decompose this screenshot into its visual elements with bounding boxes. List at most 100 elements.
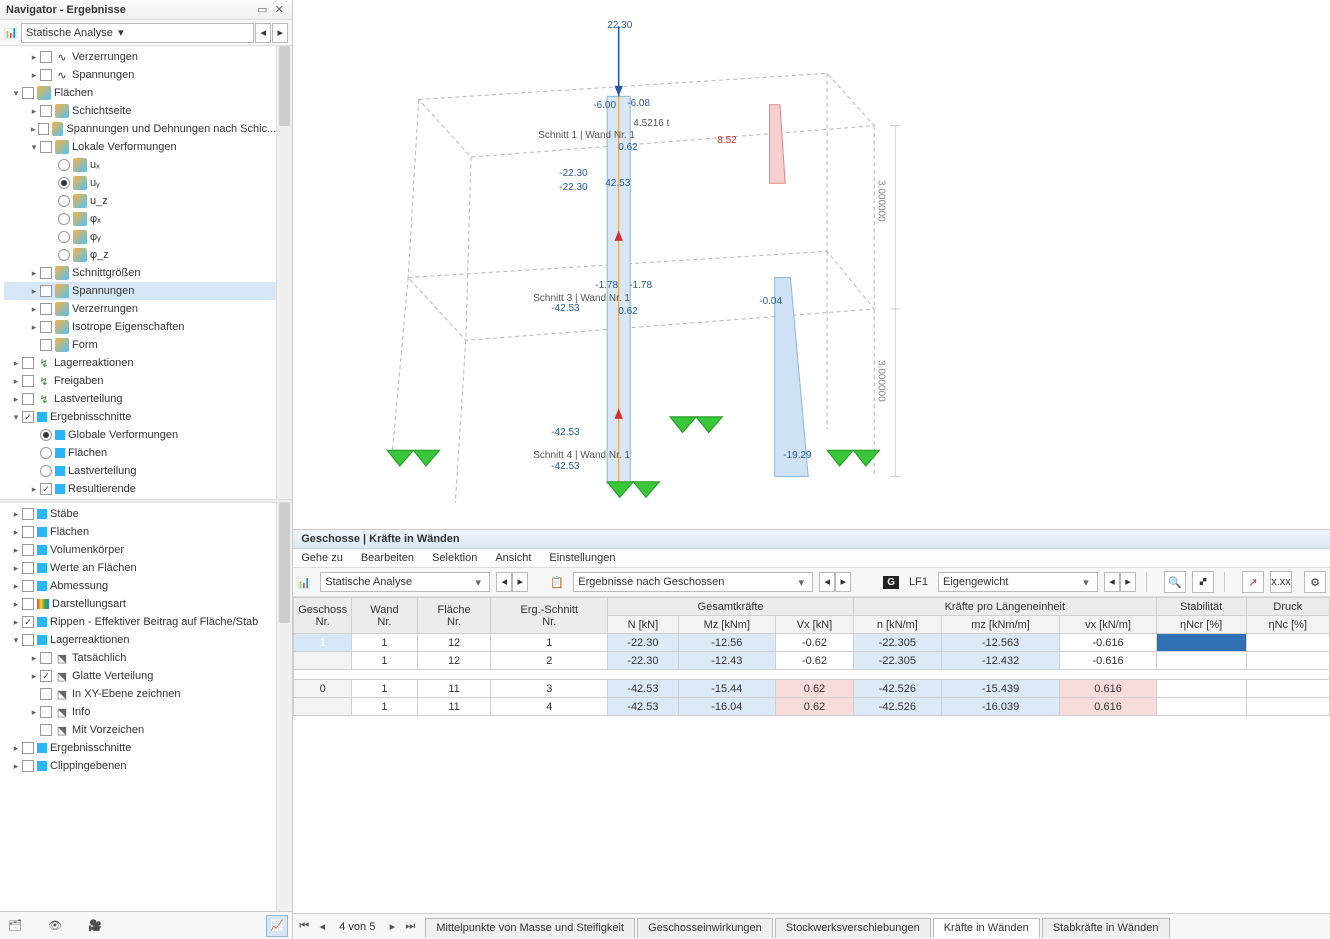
radio-button[interactable] — [58, 213, 70, 225]
tree-item[interactable]: 1 - Schnitt 1 | Wand Nr. 1 — [4, 498, 276, 499]
col-geschoss[interactable]: GeschossNr. — [294, 598, 352, 634]
expand-icon[interactable]: ▸ — [10, 760, 22, 772]
collapse-icon[interactable]: ▾ — [10, 634, 22, 646]
checkbox[interactable] — [40, 724, 52, 736]
tree2-scrollbar[interactable] — [276, 503, 292, 911]
combo1-next[interactable]: ▸ — [512, 572, 528, 592]
checkbox[interactable] — [22, 411, 34, 423]
tree-item[interactable]: ▸↯Freigaben — [4, 372, 276, 390]
radio-button[interactable] — [58, 159, 70, 171]
radio-button[interactable] — [58, 195, 70, 207]
tree-item[interactable]: ▸Spannungen — [4, 282, 276, 300]
checkbox[interactable] — [22, 760, 34, 772]
tree-item[interactable]: ▸∿Spannungen — [4, 66, 276, 84]
menu-gehe-zu[interactable]: Gehe zu — [301, 552, 343, 564]
radio-button[interactable] — [40, 465, 52, 477]
tree-item[interactable]: ▸Stäbe — [4, 505, 276, 523]
table-cell[interactable] — [1246, 680, 1329, 698]
pager-last[interactable]: ⏭ — [403, 920, 417, 933]
colgrp-laenge[interactable]: Kräfte pro Längeneinheit — [853, 598, 1156, 616]
tree-item[interactable]: Flächen — [4, 444, 276, 462]
expand-icon[interactable]: ▸ — [10, 580, 22, 592]
tree-item[interactable]: φ_z — [4, 246, 276, 264]
radio-button[interactable] — [58, 231, 70, 243]
checkbox[interactable] — [40, 688, 52, 700]
tree-item[interactable]: ▸Schichtseite — [4, 102, 276, 120]
decimals-button[interactable]: x.xx — [1270, 571, 1292, 593]
table-cell[interactable]: 12 — [417, 634, 491, 652]
expand-icon[interactable]: ▸ — [28, 51, 40, 63]
table-row[interactable]: 1122-22.30-12.43-0.62-22.305-12.432-0.61… — [294, 652, 1330, 670]
checkbox[interactable] — [22, 580, 34, 592]
expand-icon[interactable]: ▸ — [10, 742, 22, 754]
export-button[interactable]: ↗ — [1242, 571, 1264, 593]
col-etanc[interactable]: ηNc [%] — [1246, 616, 1329, 634]
table-cell[interactable]: -42.526 — [853, 680, 941, 698]
tree-item[interactable]: ▸∿Verzerrungen — [4, 48, 276, 66]
table-cell[interactable]: -0.62 — [775, 652, 853, 670]
nav-mode-camera-button[interactable]: 🎥 — [84, 915, 106, 937]
col-vx2[interactable]: vx [kN/m] — [1060, 616, 1156, 634]
checkbox[interactable] — [22, 375, 34, 387]
nav-mode-data-button[interactable]: 🗂 — [4, 915, 26, 937]
table-cell[interactable] — [1156, 680, 1246, 698]
tree-item[interactable]: ▸⬔Info — [4, 703, 276, 721]
checkbox[interactable] — [22, 634, 34, 646]
navigator-tree-2[interactable]: ▸Stäbe▸Flächen▸Volumenkörper▸Werte an Fl… — [0, 503, 276, 911]
tree-item[interactable]: ▸⬔Glatte Verteilung — [4, 667, 276, 685]
colgrp-stab[interactable]: Stabilität — [1156, 598, 1246, 616]
checkbox[interactable] — [22, 526, 34, 538]
table-cell[interactable]: -42.526 — [853, 698, 941, 716]
checkbox[interactable] — [40, 706, 52, 718]
table-row[interactable]: 1114-42.53-16.040.62-42.526-16.0390.616 — [294, 698, 1330, 716]
navigator-tree[interactable]: ▸∿Verzerrungen▸∿Spannungen▾Flächen▸Schic… — [0, 46, 276, 499]
results-table-wrap[interactable]: GeschossNr. WandNr. FlächeNr. Erg.-Schni… — [293, 597, 1330, 913]
menu-ansicht[interactable]: Ansicht — [495, 552, 531, 564]
expand-icon[interactable]: ▸ — [10, 393, 22, 405]
checkbox[interactable] — [38, 123, 48, 135]
table-cell[interactable]: -22.30 — [608, 652, 679, 670]
tree-item[interactable]: u_z — [4, 192, 276, 210]
tree-item[interactable]: ▸Resultierende — [4, 480, 276, 498]
toolbar-combo-loadcase[interactable]: Eigengewicht ▾ — [938, 572, 1098, 592]
table-row[interactable]: 01113-42.53-15.440.62-42.526-15.4390.616 — [294, 680, 1330, 698]
table-cell[interactable]: 0.616 — [1060, 698, 1156, 716]
tree-item[interactable]: uₓ — [4, 156, 276, 174]
expand-icon[interactable]: ▸ — [28, 483, 40, 495]
table-cell[interactable]: 3 — [491, 680, 608, 698]
tree-item[interactable]: ▸Volumenkörper — [4, 541, 276, 559]
table-row[interactable] — [294, 670, 1330, 680]
checkbox[interactable] — [22, 393, 34, 405]
lf-next[interactable]: ▸ — [1120, 572, 1136, 592]
checkbox[interactable] — [40, 652, 52, 664]
table-cell[interactable] — [1246, 634, 1329, 652]
table-cell[interactable]: 11 — [417, 680, 491, 698]
combo2-prev[interactable]: ◂ — [819, 572, 835, 592]
table-cell[interactable]: -0.616 — [1060, 634, 1156, 652]
tree-item[interactable]: ▸Clippingebenen — [4, 757, 276, 775]
checkbox[interactable] — [40, 321, 52, 333]
checkbox[interactable] — [40, 141, 52, 153]
expand-icon[interactable]: ▸ — [28, 105, 40, 117]
table-cell[interactable] — [1246, 652, 1329, 670]
tree-item[interactable]: ▾Lokale Verformungen — [4, 138, 276, 156]
analysis-type-combo[interactable]: Statische Analyse ▾ — [21, 23, 254, 43]
col-n[interactable]: N [kN] — [608, 616, 679, 634]
table-cell[interactable]: -42.53 — [608, 698, 679, 716]
prev-analysis-button[interactable]: ◂ — [255, 23, 271, 43]
pager-prev[interactable]: ◂ — [315, 920, 329, 933]
pager-next[interactable]: ▸ — [385, 920, 399, 933]
checkbox[interactable] — [40, 670, 52, 682]
expand-icon[interactable]: ▸ — [10, 616, 22, 628]
expand-icon[interactable]: ▸ — [28, 267, 40, 279]
tab-2[interactable]: Stockwerksverschiebungen — [775, 918, 931, 938]
expand-icon[interactable]: ▸ — [28, 670, 40, 682]
col-schnitt[interactable]: Erg.-SchnittNr. — [491, 598, 608, 634]
combo1-prev[interactable]: ◂ — [496, 572, 512, 592]
checkbox[interactable] — [22, 544, 34, 556]
checkbox[interactable] — [22, 562, 34, 574]
checkbox[interactable] — [40, 483, 52, 495]
col-eta[interactable]: ηNcr [%] — [1156, 616, 1246, 634]
radio-button[interactable] — [58, 249, 70, 261]
tree-item[interactable]: Form — [4, 336, 276, 354]
